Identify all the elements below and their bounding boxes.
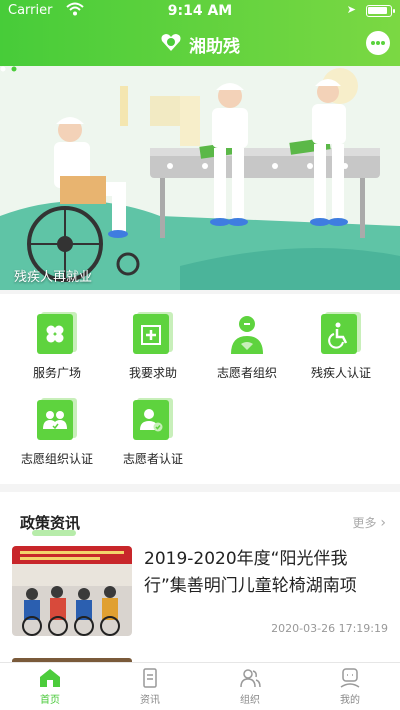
status-bar: Carrier 9:14 AM ➤ bbox=[0, 0, 400, 22]
location-arrow-icon: ➤ bbox=[346, 3, 356, 16]
volunteer-org-icon bbox=[231, 316, 263, 354]
policy-news-section: 政策资讯 更多 › 2019-2020年度“阳光伴我行”集善明门儿童轮椅湖南项 bbox=[0, 492, 400, 664]
tab-label: 首页 bbox=[40, 695, 60, 706]
more-options-button[interactable] bbox=[366, 31, 390, 55]
banner-carousel[interactable]: 残疾人再就业 bbox=[0, 66, 400, 290]
tab-label: 组织 bbox=[240, 695, 260, 706]
news-list-item[interactable]: 2019-2020年度“阳光伴我行”集善明门儿童轮椅湖南项目... 2020-0… bbox=[12, 546, 390, 638]
logo-icon bbox=[161, 34, 181, 51]
profile-icon bbox=[340, 668, 360, 688]
battery-icon bbox=[366, 5, 395, 17]
tab-home[interactable]: 首页 bbox=[0, 667, 100, 706]
service-label: 我要求助 bbox=[128, 366, 177, 380]
banner-caption: 残疾人再就业 bbox=[14, 270, 93, 285]
service-label: 志愿者认证 bbox=[122, 452, 183, 466]
app-title: 湘助残 bbox=[189, 37, 240, 57]
volunteer-group-cert-button[interactable]: 志愿组织认证 bbox=[12, 398, 102, 467]
tab-label: 我的 bbox=[340, 695, 360, 706]
group-cert-icon bbox=[43, 411, 67, 430]
carousel-indicator bbox=[0, 66, 17, 72]
clover-icon bbox=[46, 325, 64, 343]
nav-bar: 湘助残 bbox=[0, 26, 400, 60]
tab-profile[interactable]: 我的 bbox=[300, 667, 400, 706]
home-icon bbox=[40, 669, 60, 687]
banner-illustration bbox=[0, 66, 400, 290]
service-label: 残疾人认证 bbox=[310, 366, 371, 380]
volunteer-org-button[interactable]: 志愿者组织 bbox=[202, 312, 292, 381]
bottom-tab-bar: 首页 资讯 组织 我的 bbox=[0, 662, 400, 710]
service-label: 服务广场 bbox=[32, 366, 81, 380]
service-label: 志愿组织认证 bbox=[20, 452, 93, 466]
disability-cert-button[interactable]: 残疾人认证 bbox=[296, 312, 386, 381]
news-thumbnail bbox=[12, 546, 132, 636]
service-label: 志愿者组织 bbox=[216, 366, 277, 380]
news-date: 2020-03-26 17:19:19 bbox=[271, 622, 388, 635]
service-grid: 服务广场 我要求助 志愿者组织 残疾人认证 志愿组织认证 志愿者认证 bbox=[0, 294, 400, 484]
tab-label: 资讯 bbox=[140, 695, 160, 706]
wheelchair-icon bbox=[328, 322, 348, 349]
tab-organization[interactable]: 组织 bbox=[200, 667, 300, 706]
document-icon bbox=[143, 668, 157, 688]
more-link[interactable]: 更多 › bbox=[353, 514, 386, 531]
user-cert-icon bbox=[140, 409, 163, 432]
help-request-icon bbox=[141, 325, 161, 345]
help-request-button[interactable]: 我要求助 bbox=[108, 312, 198, 381]
tab-news[interactable]: 资讯 bbox=[100, 667, 200, 706]
clock: 9:14 AM bbox=[167, 3, 233, 19]
service-square-button[interactable]: 服务广场 bbox=[12, 312, 102, 381]
chevron-right-icon: › bbox=[380, 515, 386, 531]
volunteer-cert-button[interactable]: 志愿者认证 bbox=[108, 398, 198, 467]
top-bar: Carrier 9:14 AM ➤ 湘助残 bbox=[0, 0, 400, 66]
news-title: 2019-2020年度“阳光伴我行”集善明门儿童轮椅湖南项目... bbox=[144, 549, 357, 596]
section-title: 政策资讯 bbox=[20, 512, 80, 536]
people-icon bbox=[240, 669, 261, 688]
